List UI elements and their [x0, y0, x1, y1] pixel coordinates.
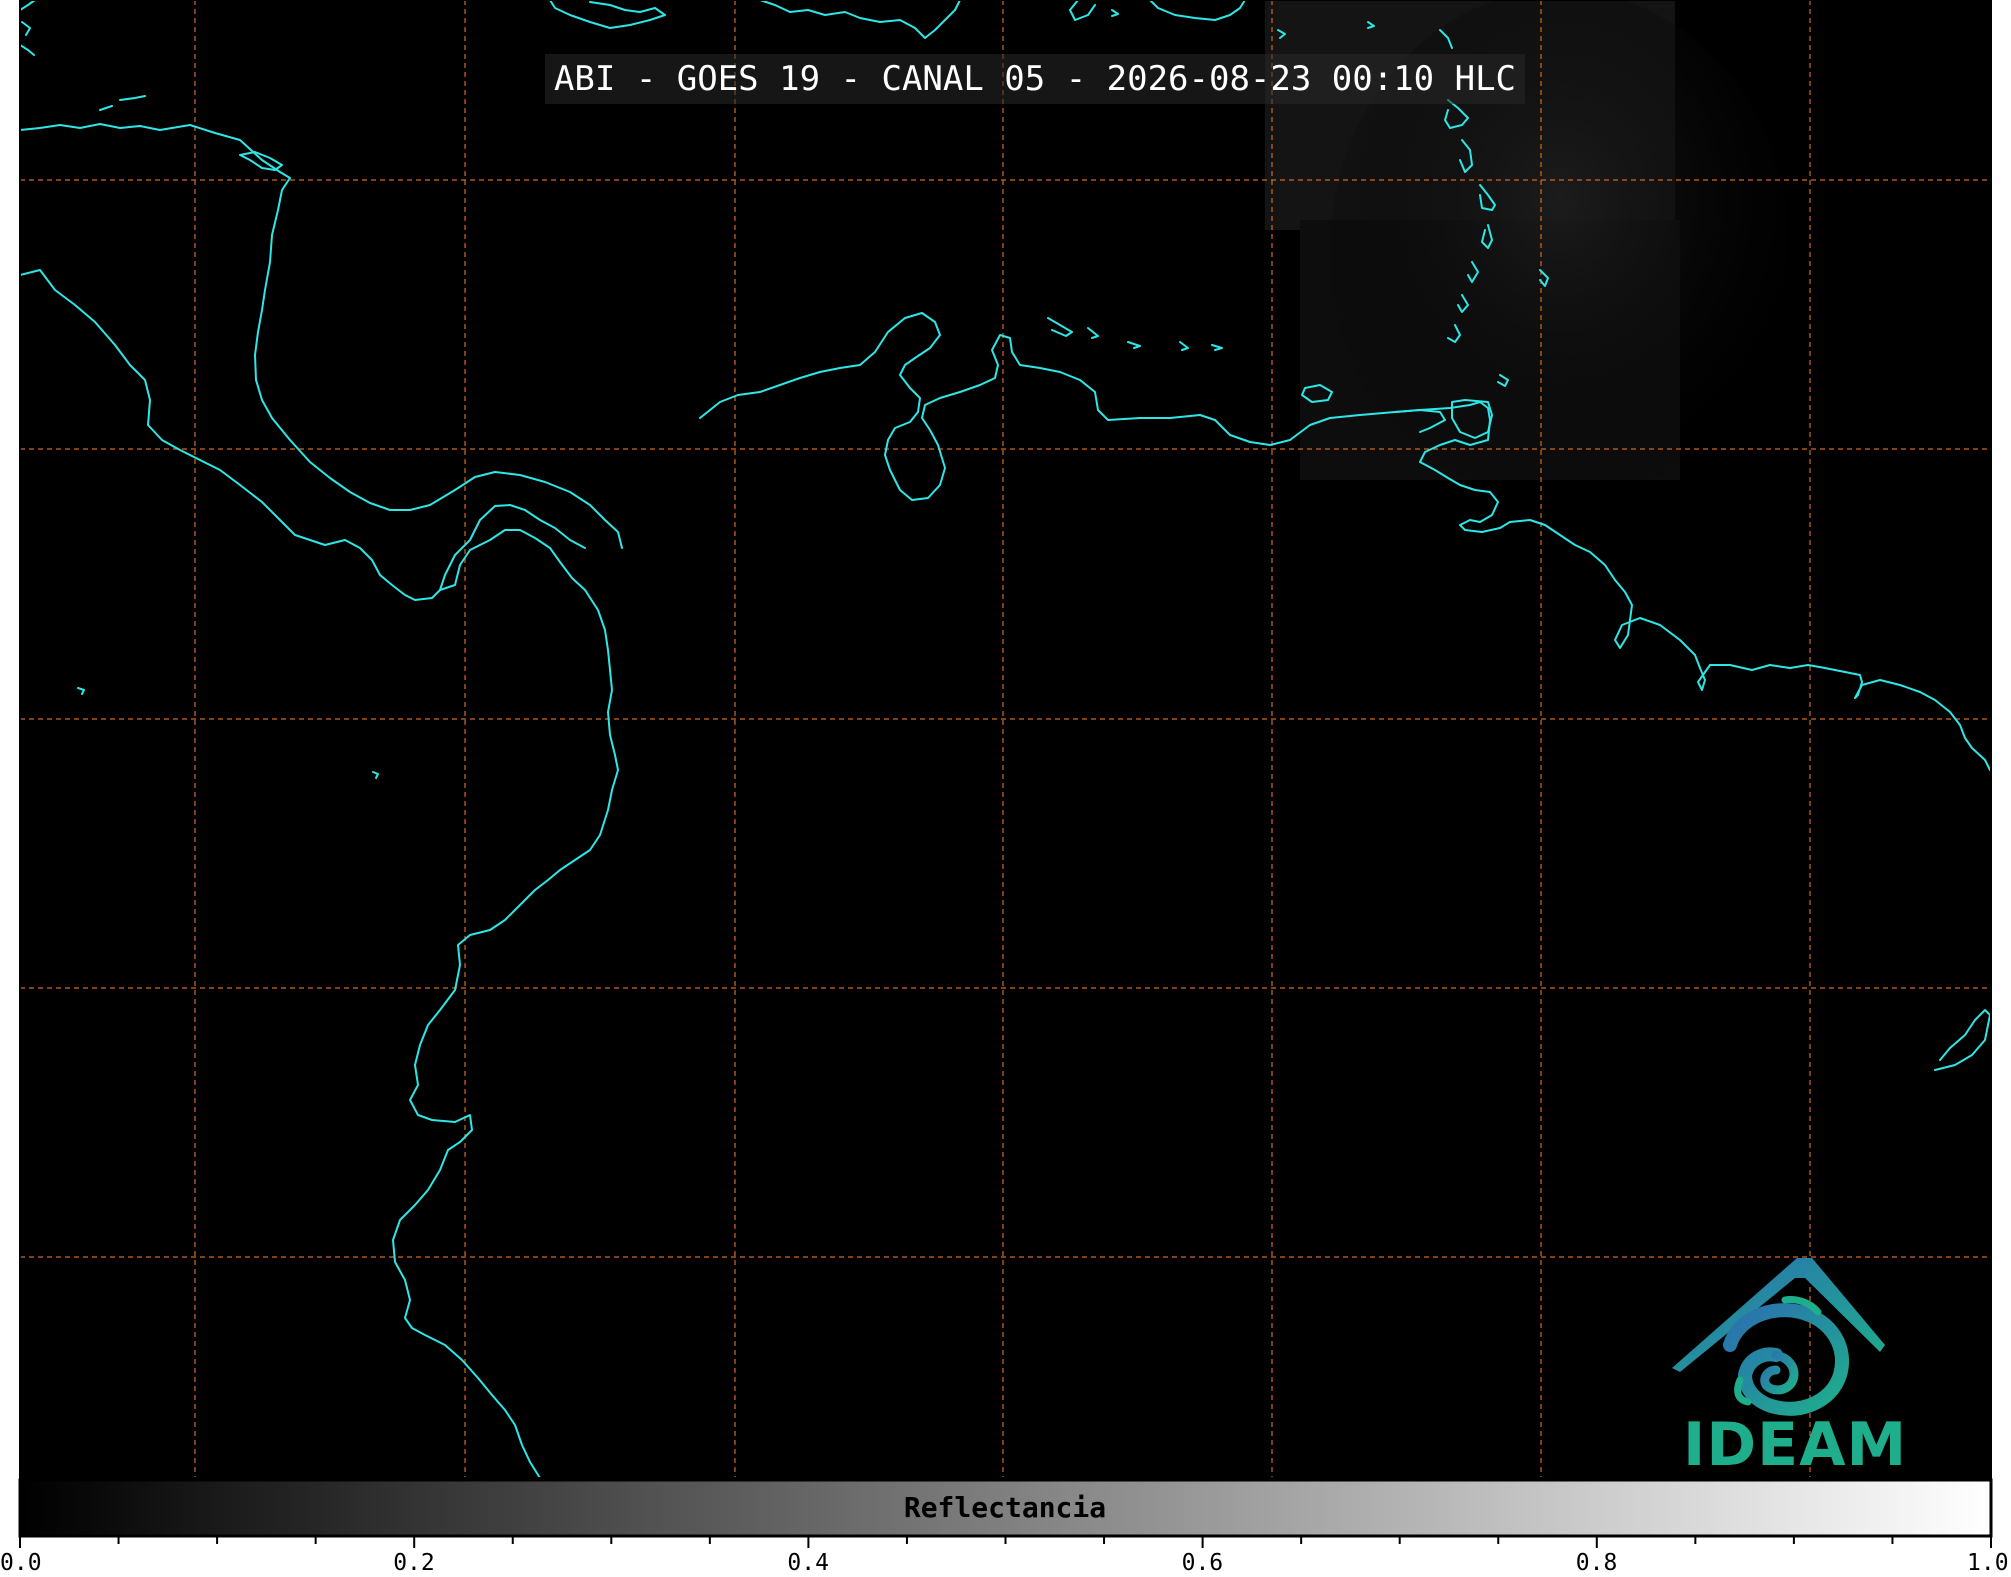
colorbar-tick-label: 0.0: [0, 1550, 42, 1576]
satellite-image-figure: ABI - GOES 19 - CANAL 05 - 2026-08-23 00…: [0, 0, 2011, 1577]
colorbar-tick-label: 1.0: [1967, 1550, 2009, 1576]
colorbar-tick-label: 0.8: [1575, 1550, 1618, 1576]
colorbar-tick-label: 0.4: [787, 1550, 829, 1576]
image-title: ABI - GOES 19 - CANAL 05 - 2026-08-23 00…: [545, 54, 1525, 104]
colorbar-label: Reflectancia: [903, 1491, 1107, 1524]
map-panel: [18, 0, 1993, 1548]
colorbar-ticks: [19, 1536, 1992, 1548]
colorbar-tick-label: 0.6: [1181, 1550, 1224, 1576]
colorbar-tick-label: 0.2: [393, 1550, 435, 1576]
logo-text: IDEAM: [1683, 1410, 1908, 1480]
